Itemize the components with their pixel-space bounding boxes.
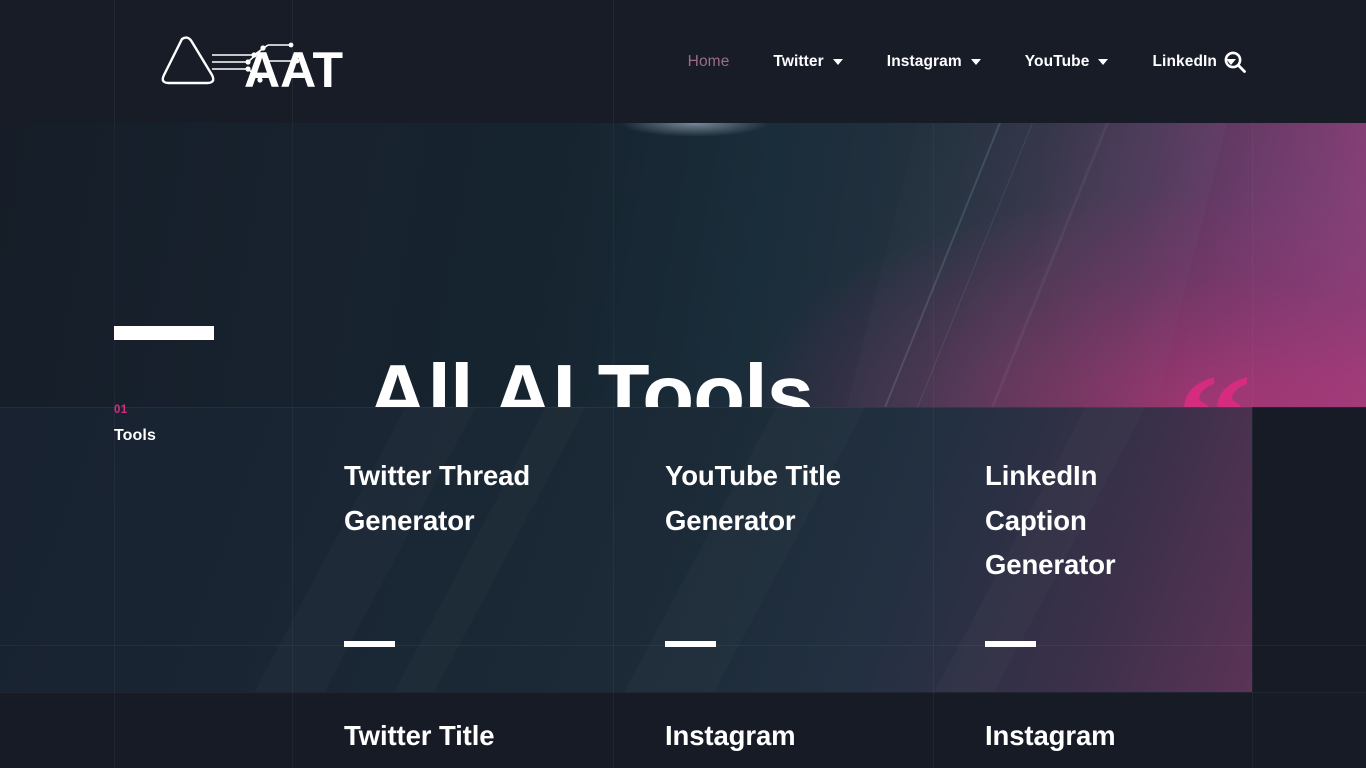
page-root: AAT Home Twitter Instagram YouTube Linke… [0,0,1366,768]
header-gridline [114,0,115,123]
logo-text: AAT [244,42,343,93]
hero-glow [620,123,770,137]
chevron-down-icon [1098,58,1109,65]
section-index: 01 [114,404,128,416]
tool-card[interactable]: Twitter Title Generator [292,692,612,768]
site-header: AAT Home Twitter Instagram YouTube Linke… [0,0,1366,123]
tool-card-rule [665,641,716,647]
nav-label: LinkedIn [1152,52,1217,70]
site-logo[interactable]: AAT [150,28,350,96]
tool-card-rule [344,641,395,647]
tool-card[interactable]: Instagram Hashtags [933,692,1253,768]
tool-card[interactable]: YouTube Title Generator [613,407,933,692]
nav-label: Instagram [886,52,962,70]
tool-card-title: YouTube Title Generator [665,460,841,536]
tool-card-title: Instagram Caption [665,720,796,768]
chevron-down-icon [970,58,981,65]
nav-label: Home [687,52,730,70]
tool-card[interactable]: Twitter Thread Generator [292,407,612,692]
nav-item-twitter[interactable]: Twitter [751,54,864,70]
hero-badge: “ Your Destination To AI Tools ALLAITOOL… [985,352,1285,407]
tool-card[interactable]: Instagram Caption [613,692,933,768]
hero-banner: All AI Tools “ Your Destination To AI To… [0,123,1366,407]
tool-card-title: Instagram Hashtags [985,720,1116,768]
nav-item-youtube[interactable]: YouTube [1003,54,1131,70]
nav-item-home[interactable]: Home [666,54,752,70]
hero-accent-bar [114,326,214,340]
main-navigation: Home Twitter Instagram YouTube LinkedIn [666,0,1366,123]
tool-card-rule [985,641,1036,647]
search-icon [1224,51,1246,73]
section-title: Tools [114,427,156,444]
tool-card[interactable]: LinkedIn Caption Generator [933,407,1253,692]
nav-label: YouTube [1024,52,1090,70]
nav-label: Twitter [773,52,824,70]
tool-card-title: Twitter Title Generator [344,720,495,768]
tool-card-title: Twitter Thread Generator [344,460,531,536]
quote-mark-icon: “ [1177,352,1252,407]
nav-item-instagram[interactable]: Instagram [865,54,1003,70]
header-gridline [613,0,614,123]
chevron-down-icon [832,58,843,65]
tool-card-title: LinkedIn Caption Generator [985,460,1116,581]
search-button[interactable] [1222,0,1248,123]
tools-section: Twitter Thread Generator YouTube Title G… [0,407,1366,768]
tools-gridline [114,407,115,768]
